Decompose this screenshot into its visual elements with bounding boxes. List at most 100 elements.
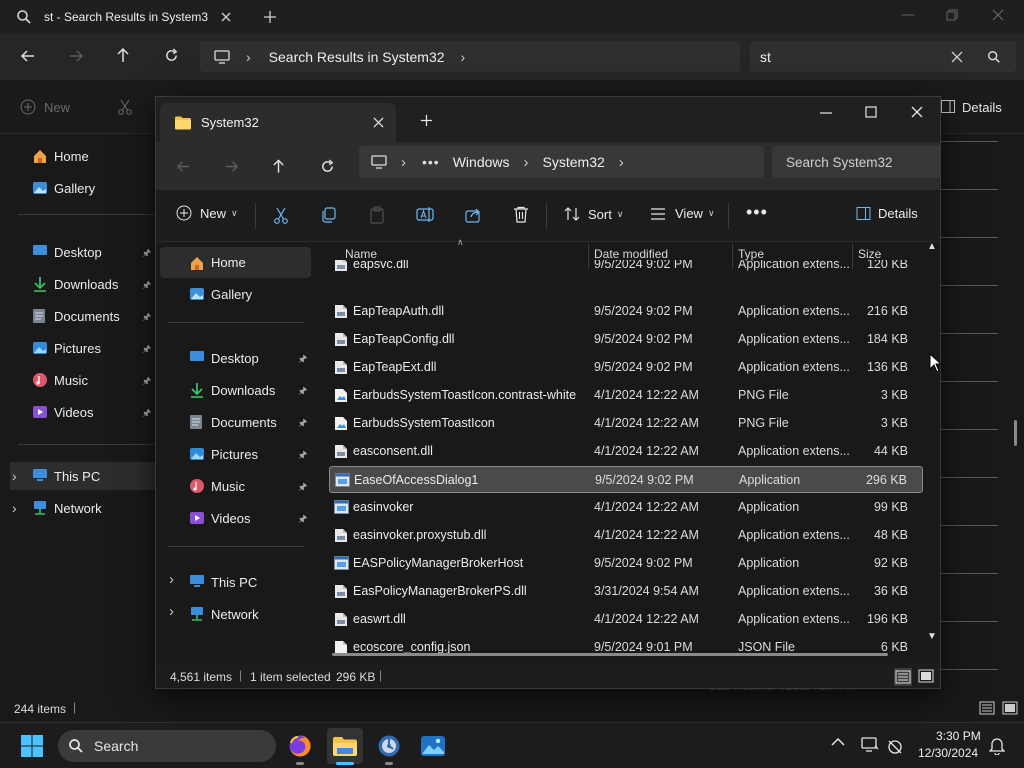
- delete-icon[interactable]: [513, 206, 529, 223]
- share-icon[interactable]: [465, 206, 482, 223]
- horizontal-scrollbar-thumb[interactable]: [332, 653, 888, 656]
- cut-icon[interactable]: [273, 207, 289, 224]
- refresh-icon[interactable]: [320, 159, 335, 174]
- address-bar[interactable]: › ••• Windows › System32 ›: [359, 146, 764, 178]
- paste-icon[interactable]: [369, 206, 385, 224]
- new-tab-icon[interactable]: [420, 114, 433, 127]
- file-row[interactable]: EapTeapConfig.dll 9/5/2024 9:02 PM Applica…: [329, 326, 923, 353]
- file-row[interactable]: EapTeapAuth.dll 9/5/2024 9:02 PM Applicati…: [329, 298, 923, 325]
- notification-bell-icon[interactable]: [989, 737, 1005, 755]
- network-status-icon[interactable]: [886, 738, 904, 754]
- details-view-icon[interactable]: [979, 700, 995, 716]
- firefox-app[interactable]: [282, 728, 318, 765]
- file-type: Application extens...: [738, 360, 850, 374]
- file-row[interactable]: EarbudsSystemToastIcon 4/1/2024 12:22 AM P…: [329, 410, 923, 437]
- file-date: 4/1/2024 12:22 AM: [594, 612, 699, 626]
- rename-icon[interactable]: [416, 206, 434, 223]
- file-row[interactable]: easconsent.dll 4/1/2024 12:22 AM Applicati…: [329, 438, 923, 465]
- file-row[interactable]: easinvoker 4/1/2024 12:22 AM Application 99…: [329, 494, 923, 521]
- close-tab-icon[interactable]: [373, 117, 384, 128]
- scroll-up-icon[interactable]: ▲: [927, 241, 937, 252]
- toolbar-separator: [546, 203, 547, 229]
- search-placeholder[interactable]: Search System32: [786, 155, 893, 170]
- file-row[interactable]: ecoscore_config.json 9/5/2024 9:01 PM JSON…: [329, 634, 923, 661]
- copy-icon[interactable]: [321, 207, 337, 223]
- chevron-right-icon[interactable]: ›: [619, 154, 624, 171]
- file-size: 6 KB: [880, 640, 908, 654]
- nav-music[interactable]: Music: [189, 472, 245, 500]
- chevron-right-icon[interactable]: ›: [524, 154, 529, 171]
- file-row[interactable]: EaseOfAccessDialog1 9/5/2024 9:02 PM Appli…: [329, 466, 923, 493]
- nav-documents[interactable]: Documents: [189, 408, 277, 436]
- explorer-window-system32: System32 › ••• Windows › System32 › Sear…: [155, 96, 941, 689]
- file-date: 9/5/2024 9:02 PM: [594, 332, 693, 346]
- details-button[interactable]: Details: [856, 206, 918, 221]
- file-type: Application: [739, 473, 801, 487]
- nav-desktop[interactable]: Desktop: [189, 344, 259, 372]
- breadcrumb-system32[interactable]: System32: [543, 154, 605, 170]
- file-row[interactable]: easwrt.dll 4/1/2024 12:22 AM Application e…: [329, 606, 923, 633]
- nav-gallery[interactable]: Gallery: [189, 280, 252, 308]
- up-arrow-icon[interactable]: [271, 158, 286, 174]
- file-row[interactable]: EasPolicyManagerBrokerPS.dll 3/31/2024 9:…: [329, 578, 923, 605]
- pin-icon: 🖈: [298, 418, 308, 429]
- dll-icon: [334, 360, 348, 375]
- more-options-icon[interactable]: •••: [746, 202, 768, 223]
- photos-app[interactable]: [415, 728, 451, 764]
- file-row[interactable]: EarbudsSystemToastIcon.contrast-white 4/1…: [329, 382, 923, 409]
- chevron-right-icon[interactable]: ›: [169, 603, 174, 620]
- nav-videos[interactable]: Videos: [189, 504, 251, 532]
- chevron-right-icon[interactable]: ›: [169, 571, 174, 588]
- gallery-icon: [189, 286, 205, 302]
- minimize-icon[interactable]: [820, 112, 832, 114]
- firefox-icon: [288, 734, 312, 758]
- navigation-pane: Home Gallery Desktop 🖈 Downloads 🖈 Docum…: [156, 243, 314, 663]
- nav-pictures[interactable]: Pictures: [189, 440, 258, 468]
- more-dots-icon[interactable]: •••: [422, 154, 440, 170]
- sort-icon: [564, 206, 580, 222]
- bg-item-count: 244 items: [14, 702, 67, 716]
- tiles-view-icon[interactable]: [918, 668, 934, 684]
- file-size: 48 KB: [873, 528, 908, 542]
- back-arrow-icon[interactable]: [176, 159, 191, 174]
- file-row[interactable]: easinvoker.proxystub.dll 4/1/2024 12:22 A…: [329, 522, 923, 549]
- settings-app[interactable]: [371, 728, 407, 765]
- clock-time[interactable]: 3:30 PM: [936, 729, 981, 743]
- file-row[interactable]: eapsvc.dll 9/5/2024 9:02 PM Application ex…: [329, 260, 923, 278]
- search-box[interactable]: Search System32: [772, 146, 940, 178]
- windows-start-icon[interactable]: [20, 734, 44, 758]
- nav-network[interactable]: Network: [189, 600, 259, 628]
- file-row[interactable]: EapTeapExt.dll 9/5/2024 9:02 PM Applicatio…: [329, 354, 923, 381]
- tab-title: System32: [201, 115, 259, 130]
- bg-scrollbar-thumb[interactable]: [1014, 420, 1017, 446]
- status-divider: |: [73, 700, 77, 714]
- chevron-up-icon[interactable]: [831, 737, 845, 747]
- pictures-icon: [189, 446, 205, 462]
- breadcrumb-windows[interactable]: Windows: [453, 154, 510, 170]
- nav-this-pc[interactable]: This PC: [189, 568, 257, 596]
- clock-date[interactable]: 12/30/2024: [918, 746, 978, 760]
- file-type: Application extens...: [738, 332, 850, 346]
- maximize-icon[interactable]: [865, 106, 877, 118]
- new-button[interactable]: New ∨: [176, 205, 238, 221]
- nav-home[interactable]: Home: [160, 247, 311, 278]
- active-indicator: [336, 762, 354, 765]
- forward-arrow-icon[interactable]: [224, 159, 239, 174]
- nav-downloads[interactable]: Downloads: [189, 376, 275, 404]
- png-icon: [334, 388, 348, 403]
- view-button[interactable]: View ∨: [650, 206, 715, 221]
- exe-icon: [335, 473, 350, 488]
- file-size: 36 KB: [873, 584, 908, 598]
- file-explorer-app[interactable]: [327, 728, 363, 765]
- file-row[interactable]: EASPolicyManagerBrokerHost 9/5/2024 9:02 …: [329, 550, 923, 577]
- file-name: easwrt.dll: [353, 612, 406, 626]
- tiles-view-icon[interactable]: [1002, 700, 1018, 716]
- display-icon[interactable]: [861, 737, 879, 753]
- sort-button[interactable]: Sort ∨: [564, 206, 623, 222]
- toolbar-separator: [255, 203, 256, 229]
- tab-system32[interactable]: System32: [160, 103, 396, 142]
- scroll-down-icon[interactable]: ▼: [927, 631, 937, 642]
- details-view-icon[interactable]: [894, 668, 912, 686]
- close-icon[interactable]: [911, 106, 923, 118]
- taskbar-search[interactable]: Search: [58, 730, 276, 762]
